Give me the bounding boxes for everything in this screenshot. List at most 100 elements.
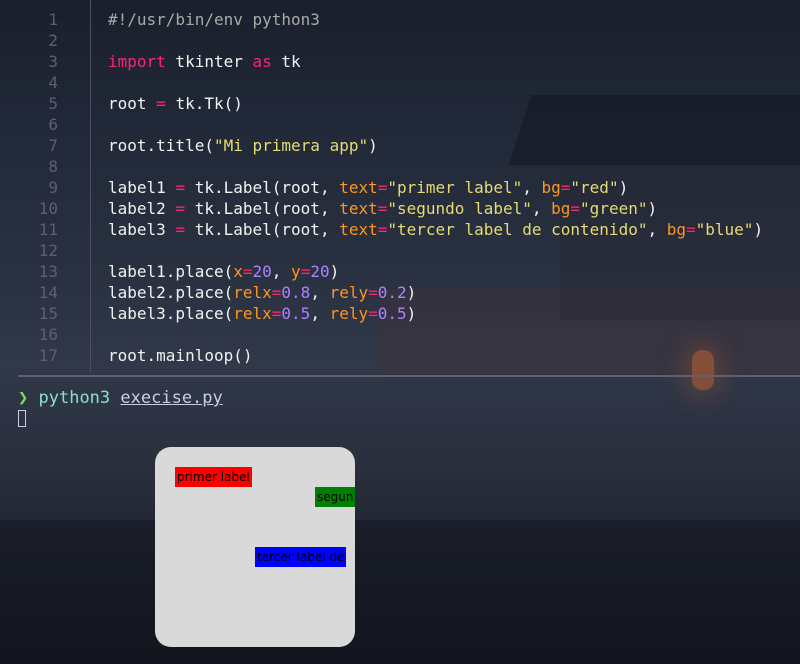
code-token: rely	[329, 304, 369, 323]
code-line: 11 label3 = tk.Label(root, text="tercer l…	[0, 219, 800, 240]
prompt-arrow-icon: ❯	[18, 388, 29, 408]
code-token: )	[406, 304, 417, 323]
code-token: =	[175, 178, 186, 197]
code-line: 1 #!/usr/bin/env python3	[0, 9, 800, 30]
code-token: text	[339, 199, 378, 218]
code-token: label3.place(	[108, 304, 234, 323]
code-token: relx	[233, 283, 272, 302]
code-token: tk.Label(root,	[185, 220, 340, 239]
line-number: 2	[48, 31, 58, 50]
code-token: tk	[271, 52, 301, 71]
code-token: 0.2	[377, 283, 407, 302]
code-token: bg	[666, 220, 686, 239]
code-text: import tkinter as tk	[108, 51, 301, 72]
code-token: =	[560, 178, 571, 197]
code-token: import	[108, 52, 166, 71]
code-text: label2.place(relx=0.8, rely=0.2)	[108, 282, 416, 303]
code-line: 2	[0, 30, 800, 51]
line-number: 11	[38, 220, 58, 239]
code-token: ,	[271, 262, 292, 281]
code-token: "red"	[570, 178, 619, 197]
code-token: label2.place(	[108, 283, 234, 302]
code-line: 15 label3.place(relx=0.5, rely=0.5)	[0, 303, 800, 324]
code-token: tk.Label(root,	[185, 199, 340, 218]
code-token: =	[686, 220, 696, 239]
code-token: text	[339, 178, 378, 197]
code-text: root.mainloop()	[108, 345, 253, 366]
code-line: 3 import tkinter as tk	[0, 51, 800, 72]
code-token: 20	[310, 262, 330, 281]
tk-label-1: primer label	[175, 467, 252, 487]
code-token: 0.5	[281, 304, 311, 323]
line-number: 9	[48, 178, 58, 197]
line-number: 15	[38, 304, 58, 323]
terminal-file-link[interactable]: execise.py	[120, 388, 222, 408]
code-line: 17 root.mainloop()	[0, 345, 800, 366]
code-token: =	[175, 199, 186, 218]
code-line: 16	[0, 324, 800, 345]
code-token: )	[618, 178, 629, 197]
code-line: 9 label1 = tk.Label(root, text="primer la…	[0, 177, 800, 198]
code-token: =	[368, 283, 378, 302]
line-number: 6	[48, 115, 58, 134]
code-text: label2 = tk.Label(root, text="segundo la…	[108, 198, 657, 219]
line-number: 3	[48, 52, 58, 71]
code-token: label3	[108, 220, 176, 239]
code-token: "blue"	[695, 220, 754, 239]
tk-app-window[interactable]: primer label segun tercer label de	[155, 447, 355, 647]
code-line: 5 root = tk.Tk()	[0, 93, 800, 114]
code-token: =	[175, 220, 186, 239]
code-token: )	[368, 136, 378, 155]
line-number: 16	[38, 325, 58, 344]
code-text: root = tk.Tk()	[108, 93, 243, 114]
code-token: as	[252, 52, 272, 71]
code-token: =	[271, 304, 282, 323]
code-token: "green"	[580, 199, 648, 218]
code-text: label1 = tk.Label(root, text="primer lab…	[108, 177, 628, 198]
code-token: #!/usr/bin/env python3	[108, 10, 320, 29]
code-text: label3 = tk.Label(root, text="tercer lab…	[108, 219, 763, 240]
code-token: x	[233, 262, 243, 281]
line-number: 12	[38, 241, 58, 260]
code-token: =	[377, 178, 388, 197]
code-token: tk.Tk()	[165, 94, 243, 113]
code-line: 14 label2.place(relx=0.8, rely=0.2)	[0, 282, 800, 303]
code-token: root.mainloop()	[108, 346, 253, 365]
code-token: root.title(	[108, 136, 214, 155]
code-token: =	[570, 199, 581, 218]
code-token: y	[291, 262, 301, 281]
code-line: 12	[0, 240, 800, 261]
code-token: "Mi primera app"	[213, 136, 369, 155]
code-token: "primer label"	[387, 178, 523, 197]
code-token: tkinter	[165, 52, 253, 71]
code-token: ,	[310, 304, 330, 323]
code-token: 20	[252, 262, 272, 281]
code-editor[interactable]: 1 #!/usr/bin/env python3 2 3 import tkinter …	[0, 0, 800, 372]
terminal-command: python3	[38, 388, 111, 408]
line-number: 4	[48, 73, 58, 92]
code-token: label2	[108, 199, 176, 218]
code-token: )	[406, 283, 417, 302]
code-token: root	[108, 94, 157, 113]
code-line: 8	[0, 156, 800, 177]
code-token: bg	[541, 178, 561, 197]
line-number: 5	[48, 94, 58, 113]
code-line: 13 label1.place(x=20, y=20)	[0, 261, 800, 282]
terminal-cursor[interactable]	[18, 410, 26, 427]
code-token: ,	[647, 220, 667, 239]
code-token: =	[377, 220, 388, 239]
code-token: =	[156, 94, 166, 113]
code-token: "tercer label de contenido"	[387, 220, 648, 239]
code-token: ,	[531, 199, 552, 218]
code-line: 10 label2 = tk.Label(root, text="segundo …	[0, 198, 800, 219]
code-text: #!/usr/bin/env python3	[108, 9, 320, 30]
line-number: 13	[38, 262, 58, 281]
code-token: =	[368, 304, 378, 323]
code-token: tk.Label(root,	[185, 178, 340, 197]
code-token: ,	[310, 283, 330, 302]
line-number: 7	[48, 136, 58, 155]
code-token: =	[300, 262, 311, 281]
code-text: label1.place(x=20, y=20)	[108, 261, 339, 282]
line-number: 1	[48, 10, 58, 29]
code-token: 0.8	[281, 283, 311, 302]
